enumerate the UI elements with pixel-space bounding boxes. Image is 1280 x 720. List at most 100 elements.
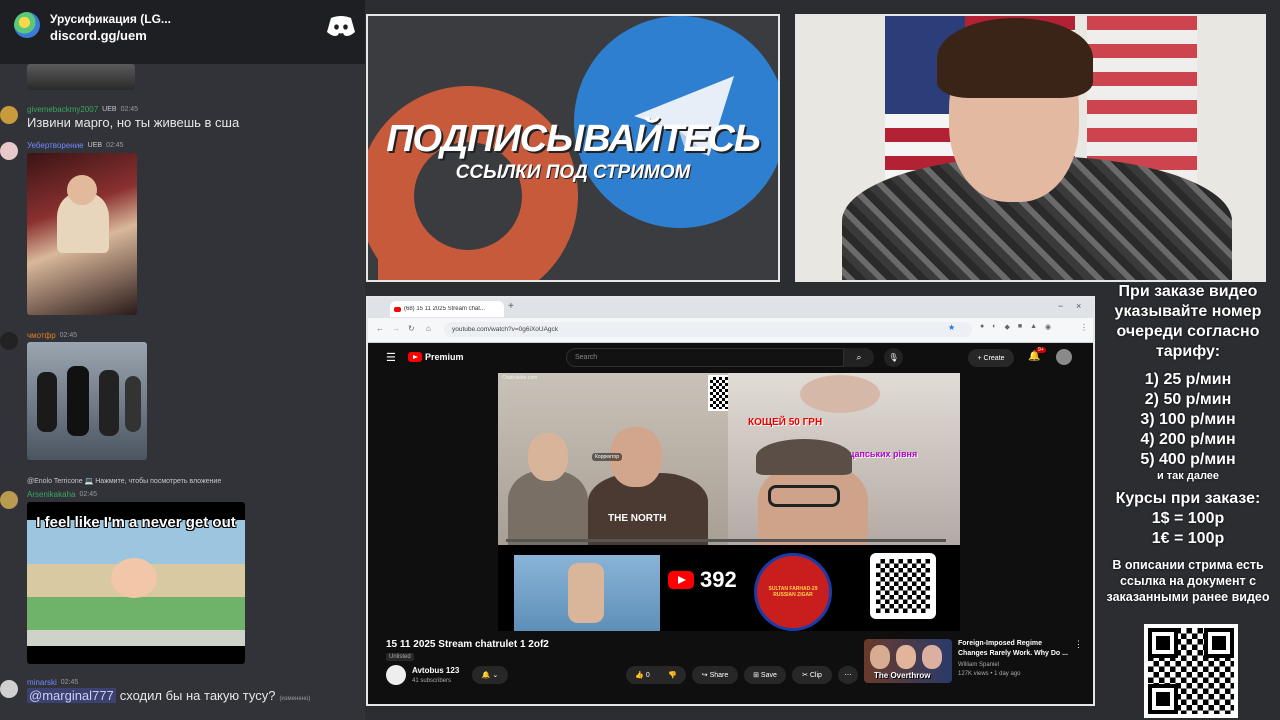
browser-tab[interactable]: (68) 15 11 2025 Stream chat... [390, 301, 504, 317]
server-icon [14, 12, 40, 38]
home-icon[interactable]: ⌂ [426, 324, 431, 333]
tab-bar: (68) 15 11 2025 Stream chat... + − × [368, 298, 1093, 318]
clip-button[interactable]: ✂ Clip [792, 666, 832, 684]
extension-icon[interactable]: ● [980, 323, 984, 331]
progress-bar[interactable] [506, 539, 946, 542]
bookmark-star-icon[interactable]: ★ [948, 323, 955, 332]
extensions-toolbar: ● ◐ ◆ ■ ▲ ◉ [980, 323, 1051, 331]
timestamp: 02:45 [60, 679, 79, 686]
message-text: сходил бы на такую тусу? [119, 688, 276, 703]
video-bottom-strip: 392 SULTAN FARHAD-29 RUSSIAN ZIGAR [498, 545, 960, 631]
extension-icon[interactable]: ◐ [992, 323, 996, 331]
order-info-panel: При заказе видео указывайте номер очеред… [1098, 282, 1278, 605]
badge-text: SULTAN FARHAD-29 RUSSIAN ZIGAR [768, 586, 818, 598]
url-field[interactable]: youtube.com/watch?v=0g6iXoUAgck [444, 322, 972, 337]
username[interactable]: Уебертворение [27, 141, 84, 150]
watermark: Chatrulette.com [502, 375, 538, 381]
video-details: 15 11 2025 Stream chatrulet 1 2of2 Unlis… [368, 631, 1093, 704]
extension-icon[interactable]: ■ [1018, 323, 1022, 331]
username[interactable]: чмотфр [27, 331, 56, 340]
youtube-play-icon [408, 352, 422, 362]
notification-count: 9+ [1036, 347, 1046, 353]
patreon-logo [368, 86, 578, 280]
channel-badge: SULTAN FARHAD-29 RUSSIAN ZIGAR [754, 553, 832, 631]
channel-avatar[interactable] [386, 665, 406, 685]
search-input[interactable]: Search [566, 348, 844, 367]
avatar[interactable] [0, 142, 18, 160]
avatar[interactable] [0, 106, 18, 124]
reply-text: @Enolo Terricone 💻 Нажмите, чтобы посмот… [27, 478, 222, 485]
gif-attachment[interactable]: I feel like I'm a never get out [27, 502, 245, 664]
account-avatar[interactable] [1056, 349, 1072, 365]
search-button[interactable]: ⌕ [844, 348, 874, 367]
back-icon[interactable]: ← [376, 324, 384, 333]
more-actions-button[interactable]: ⋯ [838, 666, 858, 684]
tariff-list: 1) 25 р/мин 2) 50 р/мин 3) 100 р/мин 4) … [1098, 370, 1278, 470]
extension-icon[interactable]: ◉ [1045, 323, 1051, 331]
rates-heading: Курсы при заказе: [1115, 490, 1261, 507]
user-mention[interactable]: @marginal777 [27, 688, 116, 703]
share-button[interactable]: ↪ Share [692, 666, 738, 684]
minimize-icon[interactable]: − [1058, 301, 1063, 311]
channel-name[interactable]: Avtobus 123 [412, 666, 459, 675]
youtube-premium-label: Premium [425, 352, 464, 362]
message-header: givemebackmy2007 UEB 02:45 [27, 105, 138, 114]
scissors-icon: ✂ [802, 672, 810, 679]
hamburger-menu-icon[interactable]: ☰ [386, 351, 396, 364]
message-header: minarski 02:45 [27, 678, 78, 687]
mic-icon[interactable]: 🎙 [884, 348, 903, 367]
recommended-channel[interactable]: William Spaniel [958, 662, 999, 668]
search-placeholder: Search [575, 354, 598, 361]
username[interactable]: minarski [27, 678, 57, 687]
video-panel-host: КОЩЕЙ 50 ГРН Два кацапських рiвня [728, 373, 960, 545]
save-button[interactable]: ⊞ Save [744, 666, 786, 684]
create-button[interactable]: + Create [968, 349, 1014, 367]
close-window-icon[interactable]: × [1076, 301, 1081, 311]
like-button[interactable]: 👍 0 [635, 671, 650, 679]
tariff-etc: и так далее [1156, 470, 1220, 482]
recommended-menu-icon[interactable]: ⋮ [1074, 639, 1083, 650]
overlay-text-koshchei: КОЩЕЙ 50 ГРН [748, 417, 823, 428]
recommended-title[interactable]: Foreign-Imposed Regime Changes Rarely Wo… [958, 639, 1070, 659]
browser-menu-icon[interactable]: ⋮ [1080, 323, 1088, 332]
message-header: Уебертворение UEB 02:45 [27, 141, 124, 150]
previous-attachment[interactable] [27, 64, 135, 90]
tariff-item: 4) 200 р/мин [1140, 431, 1236, 448]
youtube-logo[interactable]: Premium [408, 352, 464, 362]
video-inset [514, 555, 660, 631]
video-player[interactable]: Chatrulette.com THE NORTH Корректор КОЩЕ… [498, 373, 960, 631]
new-tab-icon[interactable]: + [508, 301, 514, 312]
forward-icon[interactable]: → [392, 324, 400, 333]
qr-code-overlay [870, 553, 936, 619]
avatar[interactable] [0, 491, 18, 509]
message-header: чмотфр 02:45 [27, 331, 77, 340]
username[interactable]: Arsenikakaha [27, 490, 75, 499]
youtube-header: ☰ Premium Search ⌕ 🎙 + Create 🔔 9+ [368, 343, 1093, 373]
image-attachment[interactable] [27, 153, 137, 315]
shirt-print: THE NORTH [608, 513, 667, 524]
reload-icon[interactable]: ↻ [408, 324, 415, 333]
rate-item: 1€ = 100р [1151, 530, 1225, 547]
subscriber-count: 41 subscribers [412, 678, 452, 684]
save-icon: ⊞ [753, 672, 761, 679]
username[interactable]: givemebackmy2007 [27, 105, 98, 114]
avatar[interactable] [0, 332, 18, 350]
recommended-thumbnail[interactable]: The Overthrow [864, 639, 952, 683]
browser-window: (68) 15 11 2025 Stream chat... + − × ← →… [366, 296, 1095, 706]
image-attachment[interactable] [27, 342, 147, 460]
dislike-button[interactable]: 👎 [668, 671, 677, 679]
tariff-item: 3) 100 р/мин [1140, 411, 1236, 428]
subscribe-bell-button[interactable]: 🔔 ⌄ [472, 666, 508, 684]
extension-icon[interactable]: ▲ [1030, 323, 1037, 331]
order-heading: При заказе видео указывайте номер очеред… [1114, 283, 1262, 360]
description-note: В описании стрима есть ссылка на докумен… [1106, 558, 1270, 604]
webcam-feed [795, 14, 1266, 282]
extension-icon[interactable]: ◆ [1004, 323, 1009, 331]
reply-preview[interactable]: @Enolo Terricone 💻 Нажмите, чтобы посмот… [27, 477, 221, 485]
tariff-item: 2) 50 р/мин [1144, 391, 1232, 408]
subscriber-overlay: 392 [668, 567, 737, 593]
avatar[interactable] [0, 680, 18, 698]
invite-link[interactable]: discord.gg/uem [50, 28, 147, 43]
recommended-meta: 127K views • 1 day ago [958, 671, 1021, 677]
timestamp: 02:45 [79, 491, 98, 498]
